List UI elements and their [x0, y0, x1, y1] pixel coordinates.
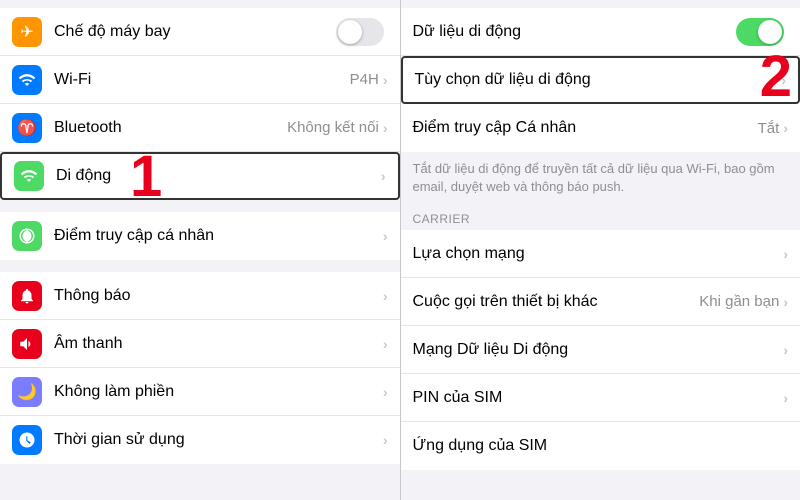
donotdisturb-icon: 🌙	[12, 377, 42, 407]
bluetooth-label: Bluetooth	[54, 119, 287, 137]
cellular-chevron: ›	[381, 168, 386, 184]
wifi-calling-chevron: ›	[783, 294, 788, 310]
screentime-row[interactable]: Thời gian sử dụng ›	[0, 416, 400, 464]
right-group-1: Dữ liệu di động Tùy chọn dữ liệu di động…	[401, 8, 800, 152]
cellular-data-options-row[interactable]: Tùy chọn dữ liệu di động ›	[401, 56, 800, 104]
network-select-chevron: ›	[783, 246, 788, 262]
cellular-data-options-label: Tùy chọn dữ liệu di động	[415, 71, 782, 89]
network-select-label: Lựa chọn mạng	[413, 245, 784, 263]
cellular-icon	[14, 161, 44, 191]
group-2: Điểm truy cập cá nhân ›	[0, 212, 400, 260]
wifi-calling-row[interactable]: Cuộc gọi trên thiết bị khác Khi gần bạn …	[401, 278, 800, 326]
carrier-header: CARRIER	[401, 204, 800, 230]
info-text: Tắt dữ liệu di động để truyền tất cả dữ …	[401, 152, 800, 204]
bluetooth-chevron: ›	[383, 120, 388, 136]
screentime-chevron: ›	[383, 432, 388, 448]
donotdisturb-row[interactable]: 🌙 Không làm phiền ›	[0, 368, 400, 416]
notifications-label: Thông báo	[54, 287, 383, 305]
wifi-chevron: ›	[383, 72, 388, 88]
wifi-icon	[12, 65, 42, 95]
notifications-icon	[12, 281, 42, 311]
airplane-toggle[interactable]	[336, 18, 384, 46]
airplane-label: Chế độ máy bay	[54, 23, 336, 41]
cellular-data-options-chevron: ›	[781, 72, 786, 88]
bluetooth-value: Không kết nối	[287, 119, 379, 136]
mobile-data-network-label: Mạng Dữ liệu Di động	[413, 341, 784, 359]
sim-pin-row[interactable]: PIN của SIM ›	[401, 374, 800, 422]
cellular-data-toggle[interactable]	[736, 18, 784, 46]
screentime-icon	[12, 425, 42, 455]
wifi-calling-label: Cuộc gọi trên thiết bị khác	[413, 293, 700, 311]
cellular-data-row[interactable]: Dữ liệu di động	[401, 8, 800, 56]
sounds-chevron: ›	[383, 336, 388, 352]
wifi-value: P4H	[350, 71, 379, 88]
notifications-row[interactable]: Thông báo ›	[0, 272, 400, 320]
personal-hotspot-chevron: ›	[783, 120, 788, 136]
airplane-row[interactable]: ✈ Chế độ máy bay	[0, 8, 400, 56]
sounds-row[interactable]: Âm thanh ›	[0, 320, 400, 368]
notifications-chevron: ›	[383, 288, 388, 304]
network-select-row[interactable]: Lựa chọn mạng ›	[401, 230, 800, 278]
wifi-row[interactable]: Wi-Fi P4H ›	[0, 56, 400, 104]
right-panel: Dữ liệu di động Tùy chọn dữ liệu di động…	[401, 0, 800, 500]
hotspot-chevron: ›	[383, 228, 388, 244]
sim-pin-chevron: ›	[783, 390, 788, 406]
mobile-data-network-chevron: ›	[783, 342, 788, 358]
sounds-icon	[12, 329, 42, 359]
bluetooth-row[interactable]: ♈ Bluetooth Không kết nối ›	[0, 104, 400, 152]
sim-app-label: Ứng dụng của SIM	[413, 437, 789, 455]
cellular-label: Di động	[56, 167, 381, 185]
cellular-row[interactable]: Di động ›	[0, 152, 400, 200]
group-3: Thông báo › Âm thanh › 🌙 Không làm phiền…	[0, 272, 400, 464]
group-1: ✈ Chế độ máy bay Wi-Fi P4H › ♈ Bluetooth…	[0, 8, 400, 200]
personal-hotspot-value: Tắt	[758, 120, 780, 137]
wifi-label: Wi-Fi	[54, 71, 350, 89]
hotspot-row[interactable]: Điểm truy cập cá nhân ›	[0, 212, 400, 260]
sim-pin-label: PIN của SIM	[413, 389, 784, 407]
donotdisturb-label: Không làm phiền	[54, 383, 383, 401]
personal-hotspot-row[interactable]: Điểm truy cập Cá nhân Tắt ›	[401, 104, 800, 152]
donotdisturb-chevron: ›	[383, 384, 388, 400]
carrier-group: Lựa chọn mạng › Cuộc gọi trên thiết bị k…	[401, 230, 800, 470]
wifi-calling-value: Khi gần bạn	[699, 293, 779, 310]
sim-app-row[interactable]: Ứng dụng của SIM	[401, 422, 800, 470]
personal-hotspot-label: Điểm truy cập Cá nhân	[413, 119, 758, 137]
mobile-data-network-row[interactable]: Mạng Dữ liệu Di động ›	[401, 326, 800, 374]
hotspot-label: Điểm truy cập cá nhân	[54, 227, 383, 245]
sounds-label: Âm thanh	[54, 335, 383, 353]
left-panel: ✈ Chế độ máy bay Wi-Fi P4H › ♈ Bluetooth…	[0, 0, 400, 500]
cellular-data-label: Dữ liệu di động	[413, 23, 737, 41]
hotspot-icon	[12, 221, 42, 251]
airplane-icon: ✈	[12, 17, 42, 47]
screentime-label: Thời gian sử dụng	[54, 431, 383, 449]
bluetooth-icon: ♈	[12, 113, 42, 143]
